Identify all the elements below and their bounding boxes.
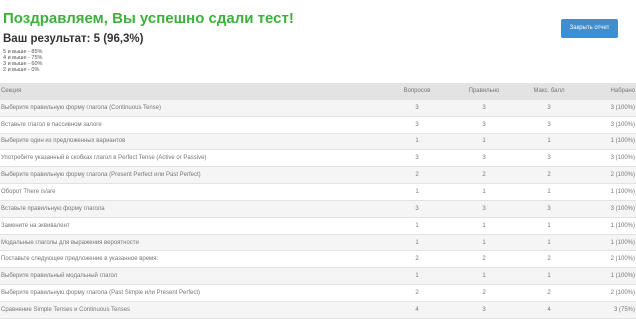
cell-max-score: 3 (516, 99, 581, 117)
cell-section: Модальные глаголы для выражения вероятно… (0, 234, 382, 252)
cell-correct: 3 (451, 99, 516, 117)
cell-questions: 3 (382, 116, 451, 134)
table-row: Выберите правильную форму глагола (Prese… (0, 166, 636, 185)
cell-correct: 1 (451, 217, 516, 235)
cell-max-score: 2 (516, 284, 581, 302)
page-title: Поздравляем, Вы успешно сдали тест! (3, 10, 294, 27)
cell-section: Вставьте правильную форму глагола (0, 200, 382, 218)
cell-correct: 1 (451, 234, 516, 252)
cell-section: Выберите правильный модальный глагол (0, 267, 382, 286)
cell-correct: 1 (451, 267, 516, 286)
result-score: Ваш результат: 5 (96,3%) (3, 33, 144, 45)
column-header-max-score: Макс. балл (516, 83, 581, 100)
cell-scored: 1 (100%) (581, 133, 636, 151)
cell-section: Выберите правильную форму глагола (Past … (0, 284, 382, 302)
cell-section: Выберите правильную форму глагола (Prese… (0, 166, 382, 185)
column-header-section: Секция (0, 83, 382, 100)
cell-max-score: 2 (516, 250, 581, 269)
cell-correct: 1 (451, 133, 516, 151)
cell-scored: 1 (100%) (581, 234, 636, 252)
cell-questions: 3 (382, 200, 451, 218)
cell-max-score: 1 (516, 133, 581, 151)
column-header-scored: Набрано (581, 83, 636, 100)
cell-scored: 2 (100%) (581, 166, 636, 185)
table-header-row: Секция Вопросов Правильно Макс. балл Наб… (0, 83, 636, 100)
cell-scored: 2 (100%) (581, 284, 636, 302)
table-row: Выберите правильную форму глагола (Conti… (0, 99, 636, 117)
cell-section: Оборот There is/are (0, 183, 382, 201)
cell-questions: 1 (382, 133, 451, 151)
cell-correct: 3 (451, 200, 516, 218)
cell-correct: 3 (451, 116, 516, 134)
table-row: Выберите правильный модальный глагол 1 1 1 1… (0, 267, 636, 286)
cell-section: Замените на эквивалент (0, 217, 382, 235)
cell-max-score: 1 (516, 234, 581, 252)
cell-questions: 2 (382, 166, 451, 185)
cell-questions: 2 (382, 284, 451, 302)
cell-max-score: 1 (516, 267, 581, 286)
cell-questions: 3 (382, 99, 451, 117)
cell-max-score: 3 (516, 200, 581, 218)
cell-correct: 2 (451, 250, 516, 269)
table-row: Выберите правильную форму глагола (Past … (0, 284, 636, 302)
grading-scale: 5 и выше - 85% 4 и выше - 75% 3 и выше -… (3, 49, 42, 73)
test-report: Поздравляем, Вы успешно сдали тест! Ваш … (0, 0, 636, 319)
table-row: Употребите указанный в скобках глагол в … (0, 149, 636, 168)
table-row: Вставьте правильную форму глагола 3 3 3 3 (1… (0, 200, 636, 218)
column-header-questions: Вопросов (382, 83, 451, 100)
cell-max-score: 4 (516, 301, 581, 319)
table-row: Сравнение Simple Tenses и Continuous Ten… (0, 301, 636, 319)
cell-scored: 1 (100%) (581, 267, 636, 286)
cell-scored: 3 (75%) (581, 301, 636, 319)
table-row: Вставьте глагол в пассивном залоге 3 3 3 3 (… (0, 116, 636, 134)
cell-section: Употребите указанный в скобках глагол в … (0, 149, 382, 168)
cell-scored: 3 (100%) (581, 200, 636, 218)
cell-correct: 2 (451, 166, 516, 185)
column-header-correct: Правильно (451, 83, 516, 100)
cell-correct: 1 (451, 183, 516, 201)
cell-section: Выберите правильную форму глагола (Conti… (0, 99, 382, 117)
table-row: Выберите один из предложенных вариантов 1… (0, 133, 636, 151)
cell-scored: 3 (100%) (581, 99, 636, 117)
cell-max-score: 1 (516, 183, 581, 201)
cell-questions: 1 (382, 183, 451, 201)
cell-section: Выберите один из предложенных вариантов (0, 133, 382, 151)
cell-max-score: 3 (516, 149, 581, 168)
close-report-button[interactable]: Закрыть отчет (561, 19, 618, 38)
scale-line: 2 и выше - 0% (3, 67, 40, 73)
cell-scored: 1 (100%) (581, 183, 636, 201)
cell-correct: 3 (451, 149, 516, 168)
cell-questions: 3 (382, 149, 451, 168)
cell-section: Сравнение Simple Tenses и Continuous Ten… (0, 301, 382, 319)
table-row: Оборот There is/are 1 1 1 1 (100%) (0, 183, 636, 201)
cell-questions: 2 (382, 250, 451, 269)
table-row: Поставьте следующее предложение в указан… (0, 250, 636, 269)
cell-section: Поставьте следующее предложение в указан… (0, 250, 382, 269)
table-body: Выберите правильную форму глагола (Conti… (0, 99, 636, 319)
cell-scored: 1 (100%) (581, 217, 636, 235)
cell-questions: 4 (382, 301, 451, 319)
results-table: Секция Вопросов Правильно Макс. балл Наб… (0, 83, 636, 319)
cell-correct: 3 (451, 301, 516, 319)
cell-max-score: 2 (516, 166, 581, 185)
cell-correct: 2 (451, 284, 516, 302)
cell-scored: 2 (100%) (581, 250, 636, 269)
cell-scored: 3 (100%) (581, 116, 636, 134)
table-row: Замените на эквивалент 1 1 1 1 (100%) (0, 217, 636, 235)
cell-section: Вставьте глагол в пассивном залоге (0, 116, 382, 134)
cell-max-score: 1 (516, 217, 581, 235)
cell-max-score: 3 (516, 116, 581, 134)
table-row: Модальные глаголы для выражения вероятно… (0, 234, 636, 252)
cell-questions: 1 (382, 267, 451, 286)
cell-questions: 1 (382, 217, 451, 235)
cell-scored: 3 (100%) (581, 149, 636, 168)
cell-questions: 1 (382, 234, 451, 252)
